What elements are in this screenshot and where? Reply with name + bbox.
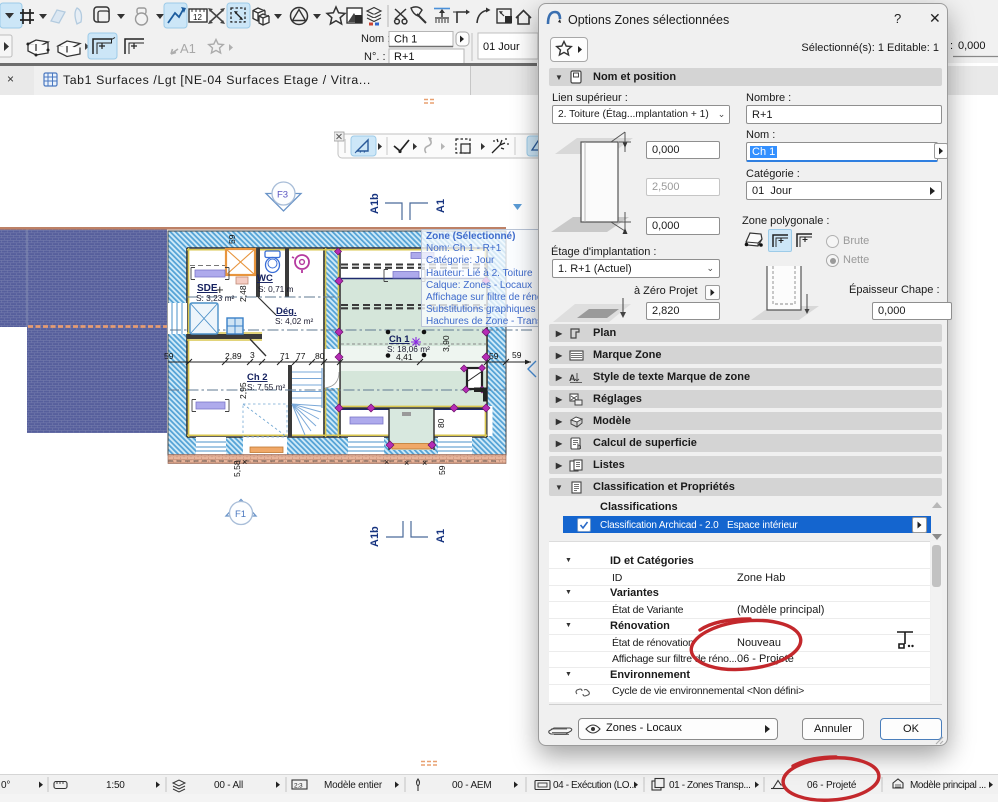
svg-text:S: 7,55 m²: S: 7,55 m² <box>247 382 286 392</box>
svg-text:F1: F1 <box>235 509 246 520</box>
svg-text:N°. :: N°. : <box>364 51 386 63</box>
svg-text:59: 59 <box>227 234 237 244</box>
svg-text:01 Jour: 01 Jour <box>483 41 520 53</box>
svg-text:A1b: A1b <box>369 526 381 547</box>
svg-text:+: + <box>216 282 224 297</box>
svg-text:A1: A1 <box>180 41 196 56</box>
svg-text:A1: A1 <box>435 199 447 213</box>
svg-text:Ch 1: Ch 1 <box>394 34 417 46</box>
svg-text:0°: 0° <box>1 780 10 791</box>
svg-text:2,95: 2,95 <box>238 382 248 399</box>
svg-text:WC: WC <box>257 273 273 284</box>
svg-text:59: 59 <box>489 351 499 361</box>
svg-text:2,89: 2,89 <box>225 351 242 361</box>
svg-text:59: 59 <box>512 350 522 360</box>
svg-text:×: × <box>404 458 409 468</box>
svg-text:S: 4,02 m²: S: 4,02 m² <box>275 316 314 326</box>
svg-text:77: 77 <box>296 351 306 361</box>
svg-text:R+1: R+1 <box>394 51 415 63</box>
svg-text:A: A <box>569 373 576 383</box>
svg-text:S: 0,71 m: S: 0,71 m <box>258 284 294 294</box>
svg-text:5,58: 5,58 <box>232 460 242 477</box>
svg-text:h: h <box>577 444 581 450</box>
svg-text:×: × <box>384 457 389 467</box>
svg-text:F3: F3 <box>277 190 288 201</box>
svg-text:0,000: 0,000 <box>958 40 986 52</box>
svg-text:80: 80 <box>436 418 446 428</box>
svg-text:04 - Exécution (LO...: 04 - Exécution (LO... <box>553 780 636 791</box>
svg-text:00 - All: 00 - All <box>214 780 243 791</box>
svg-text:4,41: 4,41 <box>396 352 413 362</box>
svg-text:3: 3 <box>250 350 255 360</box>
svg-text::: : <box>950 40 953 52</box>
svg-text:80: 80 <box>315 351 325 361</box>
svg-text:×: × <box>242 457 247 467</box>
svg-text:1:50: 1:50 <box>106 780 125 791</box>
svg-text:Modèle entier: Modèle entier <box>324 780 383 791</box>
svg-text:71: 71 <box>280 351 290 361</box>
svg-text:3,90: 3,90 <box>441 335 451 352</box>
svg-text:Modèle principal ...: Modèle principal ... <box>910 780 986 791</box>
svg-text:01 - Zones Transp...: 01 - Zones Transp... <box>669 780 751 791</box>
svg-text:Nom :: Nom : <box>361 33 390 45</box>
svg-text:12: 12 <box>193 13 202 22</box>
svg-text:Tab1 Surfaces /Lgt [NE-04 Surf: Tab1 Surfaces /Lgt [NE-04 Surfaces Etage… <box>63 73 371 87</box>
svg-text:59: 59 <box>164 351 174 361</box>
svg-text:2,48: 2,48 <box>238 285 248 302</box>
svg-text:A1b: A1b <box>369 193 381 214</box>
svg-text:06 - Projeté: 06 - Projeté <box>807 780 857 791</box>
svg-text:59: 59 <box>437 465 447 475</box>
svg-text:2:3: 2:3 <box>294 783 303 790</box>
svg-text:×: × <box>422 458 427 468</box>
svg-text:A1: A1 <box>435 529 447 543</box>
svg-text:00 - AEM: 00 - AEM <box>452 780 492 791</box>
